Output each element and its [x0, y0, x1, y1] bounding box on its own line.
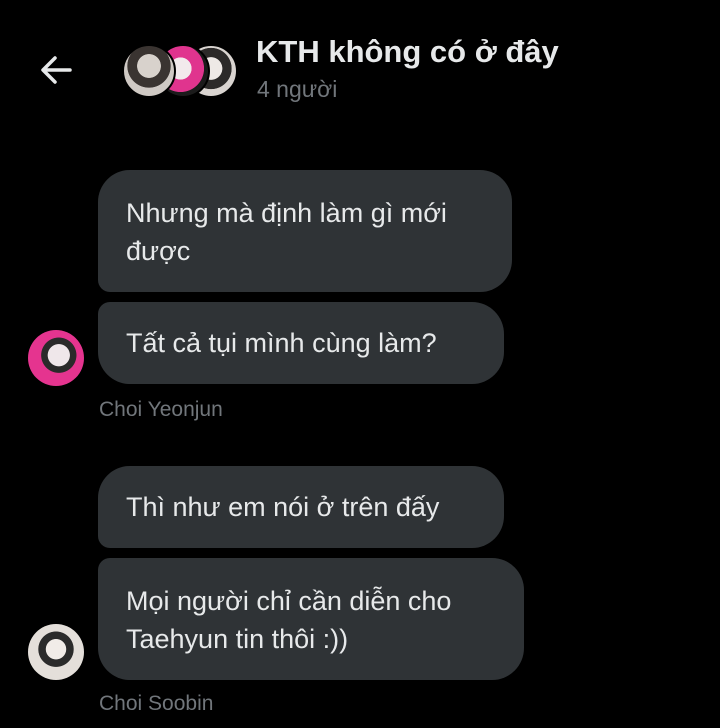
group-avatar-stack[interactable]: [122, 44, 238, 98]
back-button[interactable]: [36, 50, 76, 90]
sender-avatar[interactable]: [28, 624, 84, 680]
message-bubble[interactable]: Tất cả tụi mình cùng làm?: [98, 302, 504, 384]
message-bubble[interactable]: Thì như em nói ở trên đấy: [98, 466, 504, 548]
conversation-header: KTH không có ở đây 4 người: [0, 0, 720, 120]
sender-avatar[interactable]: [28, 330, 84, 386]
sender-name: Choi Soobin: [99, 692, 214, 715]
message-bubble[interactable]: Nhưng mà định làm gì mới được: [98, 170, 512, 292]
sender-name: Choi Yeonjun: [99, 398, 223, 421]
group-member-avatar: [122, 44, 176, 98]
participant-count: 4 người: [257, 76, 338, 102]
message-bubble[interactable]: Mọi người chỉ cần diễn cho Taehyun tin t…: [98, 558, 524, 680]
conversation-title[interactable]: KTH không có ở đây: [256, 34, 559, 70]
back-arrow-icon: [41, 56, 72, 84]
